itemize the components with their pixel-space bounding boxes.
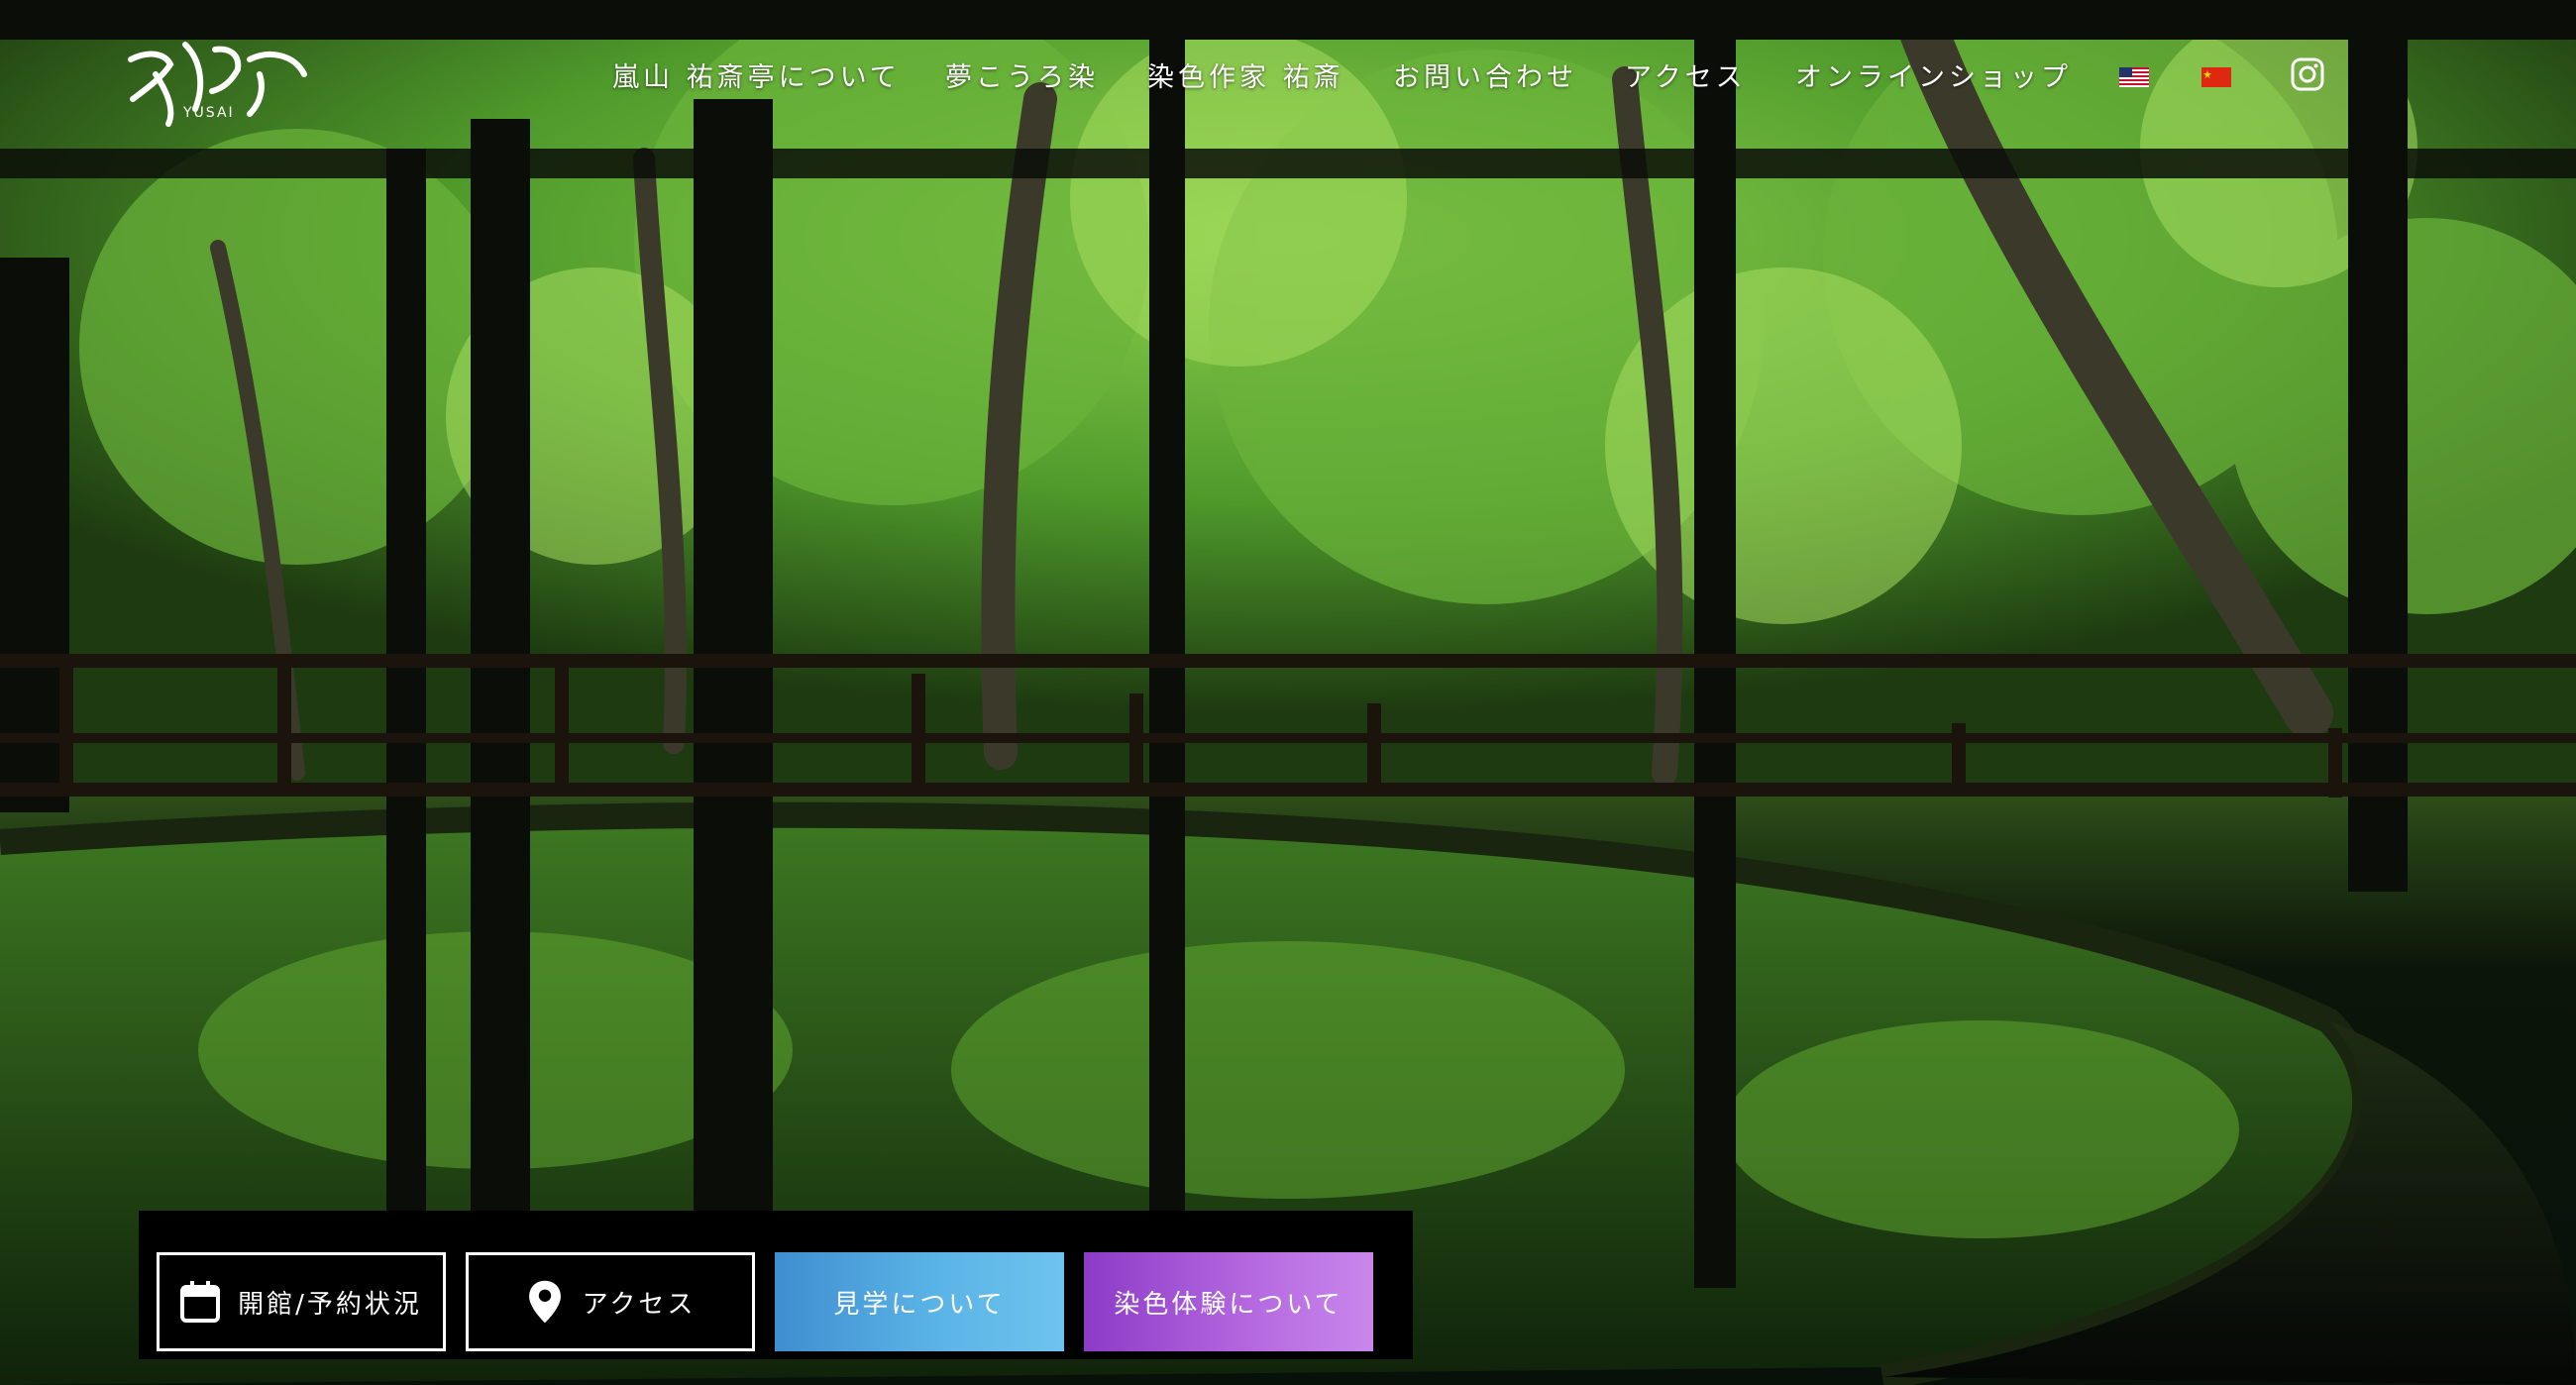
nav-access[interactable]: アクセス: [1625, 55, 1747, 94]
hero-background: [0, 0, 2576, 1385]
opening-status-label: 開館/予約状況: [238, 1289, 422, 1320]
nav-online-shop[interactable]: オンラインショップ: [1795, 55, 2072, 94]
map-pin-icon: [528, 1280, 561, 1324]
logo-subtitle: YUSAI: [183, 105, 235, 121]
nav-artist[interactable]: 染色作家 祐斎: [1147, 55, 1344, 94]
zh-cn-flag-icon[interactable]: [2201, 67, 2231, 87]
en-us-flag-icon[interactable]: [2119, 67, 2149, 87]
nav-yumekouro[interactable]: 夢こうろ染: [945, 55, 1099, 94]
tour-info-button[interactable]: 見学について: [775, 1252, 1064, 1351]
opening-status-button[interactable]: 開館/予約状況: [157, 1252, 446, 1351]
nav-about[interactable]: 嵐山 祐斎亭について: [612, 55, 901, 94]
access-label: アクセス: [582, 1289, 697, 1320]
nav-contact[interactable]: お問い合わせ: [1393, 55, 1577, 94]
tour-info-label: 見学について: [833, 1289, 1006, 1320]
calendar-icon: [180, 1281, 221, 1323]
dye-experience-label: 染色体験について: [1114, 1289, 1343, 1320]
dye-experience-button[interactable]: 染色体験について: [1084, 1252, 1373, 1351]
access-button[interactable]: アクセス: [466, 1252, 755, 1351]
forest-window-reflection-photo: [0, 0, 2576, 1385]
instagram-icon[interactable]: [2291, 57, 2324, 91]
